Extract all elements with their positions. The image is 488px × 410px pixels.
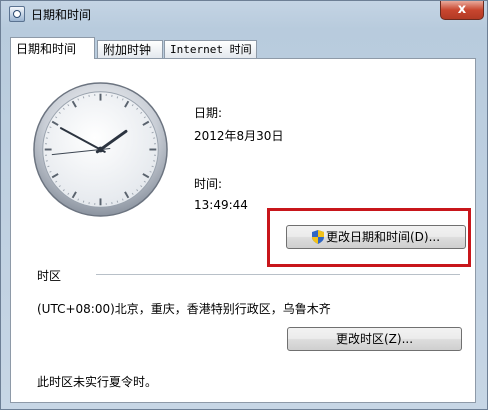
date-label: 日期: <box>194 106 223 120</box>
minute-tick <box>116 96 119 99</box>
close-button[interactable]: x <box>440 1 484 20</box>
date-value: 2012年8月30日 <box>194 129 284 143</box>
analog-clock <box>33 82 168 217</box>
minute-tick <box>116 200 119 203</box>
tab-internet-time[interactable]: Internet 时间 <box>164 40 257 58</box>
uac-shield-icon <box>311 230 324 244</box>
minute-tick <box>47 131 50 134</box>
minute-tick <box>151 165 154 168</box>
change-timezone-button[interactable]: 更改时区(Z)... <box>287 327 462 351</box>
minute-tick <box>82 200 85 203</box>
timezone-heading: 时区 <box>37 269 62 283</box>
clock-center <box>97 146 104 153</box>
minute-tick <box>47 165 50 168</box>
date-time-dialog: 日期和时间 x 日期和时间 附加时钟 Internet 时间 日期: 2012年 <box>0 0 488 410</box>
change-date-time-button[interactable]: 更改日期和时间(D)... <box>286 225 466 249</box>
minute-tick <box>151 131 154 134</box>
dst-note: 此时区未实行夏令时。 <box>37 375 158 389</box>
time-label: 时间: <box>194 177 223 191</box>
timezone-value: (UTC+08:00)北京，重庆，香港特别行政区，乌鲁木齐 <box>37 302 331 316</box>
timezone-divider <box>96 274 460 275</box>
change-date-time-label: 更改日期和时间(D)... <box>325 230 441 244</box>
tab-date-time[interactable]: 日期和时间 <box>10 37 95 59</box>
time-value: 13:49:44 <box>194 198 248 212</box>
tab-additional-clocks[interactable]: 附加时钟 <box>97 40 163 58</box>
window-title: 日期和时间 <box>31 8 92 22</box>
date-time-app-icon <box>9 6 25 22</box>
title-bar[interactable]: 日期和时间 x <box>1 1 487 27</box>
minute-tick <box>82 96 85 99</box>
